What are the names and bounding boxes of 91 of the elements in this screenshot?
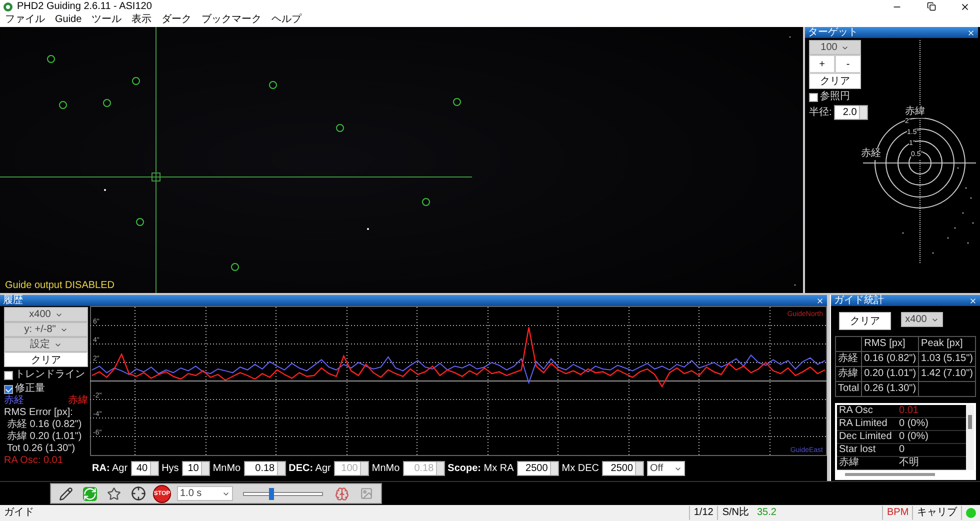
zoom-in-button[interactable]: +: [809, 55, 835, 73]
table-cell: Total: [836, 382, 862, 396]
zoom-out-button[interactable]: -: [835, 55, 861, 73]
table-cell: 1.03 (5.15"): [918, 352, 976, 366]
table-cell: 0.26 (1.30"): [862, 382, 919, 396]
menu-item[interactable]: ダーク: [162, 14, 192, 26]
clear-button[interactable]: クリア: [839, 312, 891, 330]
legend-label: 赤経: [4, 395, 24, 407]
rms-value: Tot 0.26 (1.30"): [6, 443, 76, 455]
stat-label: RA Limited: [838, 418, 888, 430]
checkbox[interactable]: [4, 384, 13, 394]
bpm-indicator: BPM: [883, 506, 913, 520]
menu-item[interactable]: ブックマーク: [202, 14, 262, 26]
table-cell: 赤経: [836, 352, 862, 366]
radius-spinner[interactable]: 2.0: [834, 105, 868, 120]
scale-dropdown[interactable]: y: +/-8": [4, 322, 88, 337]
close-icon[interactable]: [967, 28, 975, 36]
column-header: RMS [px]: [862, 336, 919, 352]
stat-label: Star lost: [838, 444, 877, 456]
status-light-icon: [966, 508, 976, 518]
menu-item[interactable]: Guide: [55, 14, 82, 26]
length-dropdown[interactable]: x400: [4, 307, 88, 322]
stat-label: Dec Limited: [838, 431, 893, 443]
ra-osc-value: RA Osc: 0.01: [4, 455, 64, 467]
panel-title: ガイド統計: [834, 295, 884, 306]
close-icon[interactable]: [816, 296, 824, 304]
rms-value: 赤経 0.16 (0.82"): [6, 419, 83, 430]
stat-value: 不明: [899, 457, 919, 469]
menu-item[interactable]: ヘルプ: [272, 14, 302, 26]
param-label: MnMo: [372, 462, 400, 474]
param-spinner[interactable]: 2500: [602, 461, 644, 476]
param-spinner[interactable]: 10: [182, 461, 210, 476]
param-label: MnMo: [212, 462, 241, 474]
param-label: DEC: Agr: [288, 462, 331, 474]
param-spinner[interactable]: 0.18: [244, 461, 286, 476]
dec-mode-dropdown[interactable]: Off: [647, 461, 686, 476]
clear-button[interactable]: クリア: [809, 73, 861, 89]
brain-icon[interactable]: [335, 486, 349, 500]
axis-label: 赤緯: [905, 106, 925, 118]
checkbox-label: 修正量: [15, 383, 45, 395]
table-cell: 赤緯: [836, 366, 862, 382]
calibration-indicator: キャリブ: [913, 506, 962, 520]
maximize-icon[interactable]: [926, 2, 936, 11]
checkbox-label: トレンドライン: [15, 369, 85, 381]
star-icon[interactable]: [107, 486, 121, 500]
checkbox[interactable]: [809, 92, 818, 102]
rms-title: RMS Error [px]:: [4, 407, 74, 418]
legend-label: 赤緯: [68, 395, 88, 407]
refresh-icon[interactable]: [83, 486, 97, 500]
radius-label: 半径:: [809, 106, 832, 118]
checkbox[interactable]: [4, 370, 13, 380]
guide-output-status: Guide output DISABLED: [5, 280, 115, 292]
stat-value: 0: [899, 444, 905, 456]
scrollbar[interactable]: [966, 405, 974, 470]
param-label: Mx DEC: [562, 462, 600, 474]
frame-counter: 1/12: [690, 506, 718, 520]
checkbox-label: 参照円: [820, 91, 850, 103]
pencil-icon[interactable]: [59, 486, 73, 500]
close-icon[interactable]: [960, 2, 970, 12]
param-label: Scope: Mx RA: [448, 462, 514, 474]
stat-value: 0.01: [899, 405, 918, 417]
axis-label: 赤経: [861, 148, 881, 160]
menu-item[interactable]: ツール: [92, 14, 122, 26]
menu-item[interactable]: ファイル: [5, 14, 45, 26]
stat-label: RA Osc: [838, 405, 874, 417]
status-mode: ガイド: [0, 506, 690, 520]
table-cell: 1.42 (7.10"): [918, 366, 976, 382]
snr-value: 35.2: [753, 506, 883, 520]
window-title: PHD2 Guiding 2.6.11 - ASI120: [17, 0, 153, 12]
param-label: RA: Agr: [92, 462, 128, 474]
param-spinner[interactable]: 40: [130, 461, 159, 476]
close-icon[interactable]: [969, 296, 977, 304]
param-spinner[interactable]: 2500: [516, 461, 559, 476]
crosshair-icon[interactable]: [130, 486, 146, 501]
stat-value: 0 (0%): [899, 431, 928, 443]
table-cell: 0.20 (1.01"): [862, 366, 919, 382]
panel-title: 履歴: [3, 295, 23, 306]
settings-dropdown[interactable]: 設定: [4, 337, 88, 352]
column-header: Peak [px]: [918, 336, 976, 352]
table-cell: 0.16 (0.82"): [862, 352, 919, 366]
exposure-dropdown[interactable]: 1.0 s: [177, 486, 233, 501]
rms-value: 赤緯 0.20 (1.01"): [6, 431, 83, 443]
length-dropdown[interactable]: 100: [809, 40, 861, 55]
panel-title: ターゲット: [808, 27, 858, 38]
param-label: Hys: [162, 462, 179, 474]
stat-label: 赤緯: [838, 457, 860, 469]
menu-item[interactable]: 表示: [132, 14, 152, 26]
snr-label: S/N比: [721, 506, 750, 520]
clear-button[interactable]: クリア: [4, 352, 88, 367]
stat-value: 0 (0%): [899, 418, 928, 430]
length-dropdown[interactable]: x400: [901, 312, 943, 327]
